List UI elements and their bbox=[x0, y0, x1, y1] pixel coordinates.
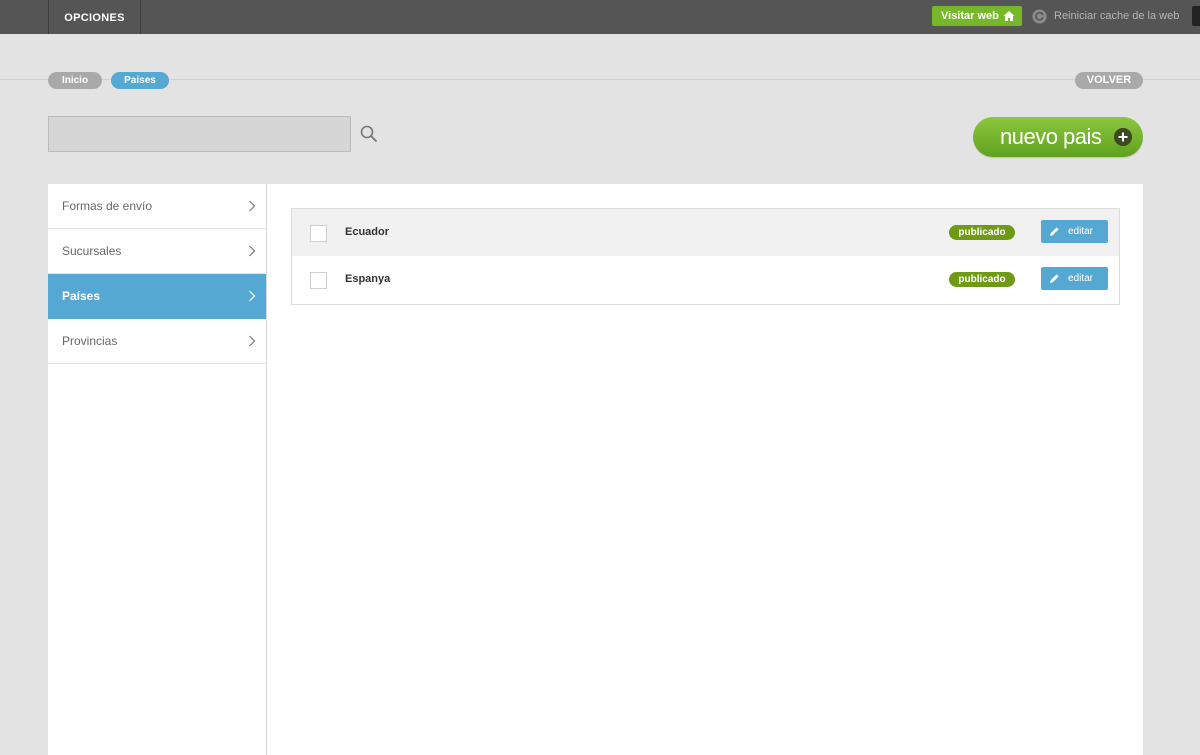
refresh-icon bbox=[1032, 9, 1047, 24]
breadcrumb-paises[interactable]: Paises bbox=[111, 72, 169, 89]
plus-icon bbox=[1114, 128, 1132, 146]
country-name[interactable]: Espanya bbox=[345, 256, 390, 302]
sidebar-item-label: Sucursales bbox=[62, 244, 122, 258]
home-icon bbox=[1003, 11, 1015, 21]
status-badge: publicado bbox=[949, 225, 1015, 240]
topbar-edge-control bbox=[1192, 6, 1200, 26]
top-bar: OPCIONES Visitar web Reiniciar cache de … bbox=[0, 0, 1200, 34]
new-country-label: nuevo pais bbox=[1000, 124, 1102, 149]
sidebar-item-sucursales[interactable]: Sucursales bbox=[48, 229, 266, 274]
opciones-menu[interactable]: OPCIONES bbox=[48, 0, 141, 34]
sidebar-item-label: Países bbox=[62, 289, 101, 303]
search-icon[interactable] bbox=[359, 124, 379, 144]
visit-web-button[interactable]: Visitar web bbox=[932, 6, 1022, 26]
sidebar-item-label: Provincias bbox=[62, 334, 118, 348]
new-country-button[interactable]: nuevo pais bbox=[973, 117, 1143, 157]
sidebar-item-paises[interactable]: Países bbox=[48, 274, 266, 319]
country-name[interactable]: Ecuador bbox=[345, 209, 389, 255]
content-panel: Formas de envío Sucursales Países Provin… bbox=[48, 184, 1143, 755]
chevron-right-icon bbox=[249, 245, 256, 257]
list-item: Ecuador publicado editar bbox=[292, 209, 1119, 256]
edit-button[interactable]: editar bbox=[1041, 220, 1108, 243]
breadcrumb-inicio[interactable]: Inicio bbox=[48, 72, 102, 89]
edit-label: editar bbox=[1068, 273, 1094, 284]
edit-button[interactable]: editar bbox=[1041, 267, 1108, 290]
reset-cache-label: Reiniciar cache de la web bbox=[1054, 10, 1180, 22]
row-checkbox[interactable] bbox=[310, 272, 327, 289]
status-badge: publicado bbox=[949, 272, 1015, 287]
row-checkbox[interactable] bbox=[310, 225, 327, 242]
visit-web-label: Visitar web bbox=[941, 10, 999, 22]
reset-cache-link[interactable]: Reiniciar cache de la web bbox=[1032, 8, 1179, 26]
pencil-icon bbox=[1050, 227, 1059, 236]
edit-label: editar bbox=[1068, 226, 1094, 237]
sidebar: Formas de envío Sucursales Países Provin… bbox=[48, 184, 267, 755]
chevron-right-icon bbox=[249, 200, 256, 212]
sidebar-item-provincias[interactable]: Provincias bbox=[48, 319, 266, 364]
sidebar-item-formas-envio[interactable]: Formas de envío bbox=[48, 184, 266, 229]
back-button[interactable]: VOLVER bbox=[1075, 72, 1143, 89]
pencil-icon bbox=[1050, 274, 1059, 283]
chevron-right-icon bbox=[249, 290, 256, 302]
sidebar-item-label: Formas de envío bbox=[62, 199, 153, 213]
list-item: Espanya publicado editar bbox=[292, 256, 1119, 303]
chevron-right-icon bbox=[249, 335, 256, 347]
country-list: Ecuador publicado editar Espanya publica… bbox=[291, 208, 1120, 305]
search-input[interactable] bbox=[48, 116, 351, 152]
breadcrumb-divider bbox=[0, 79, 1200, 80]
